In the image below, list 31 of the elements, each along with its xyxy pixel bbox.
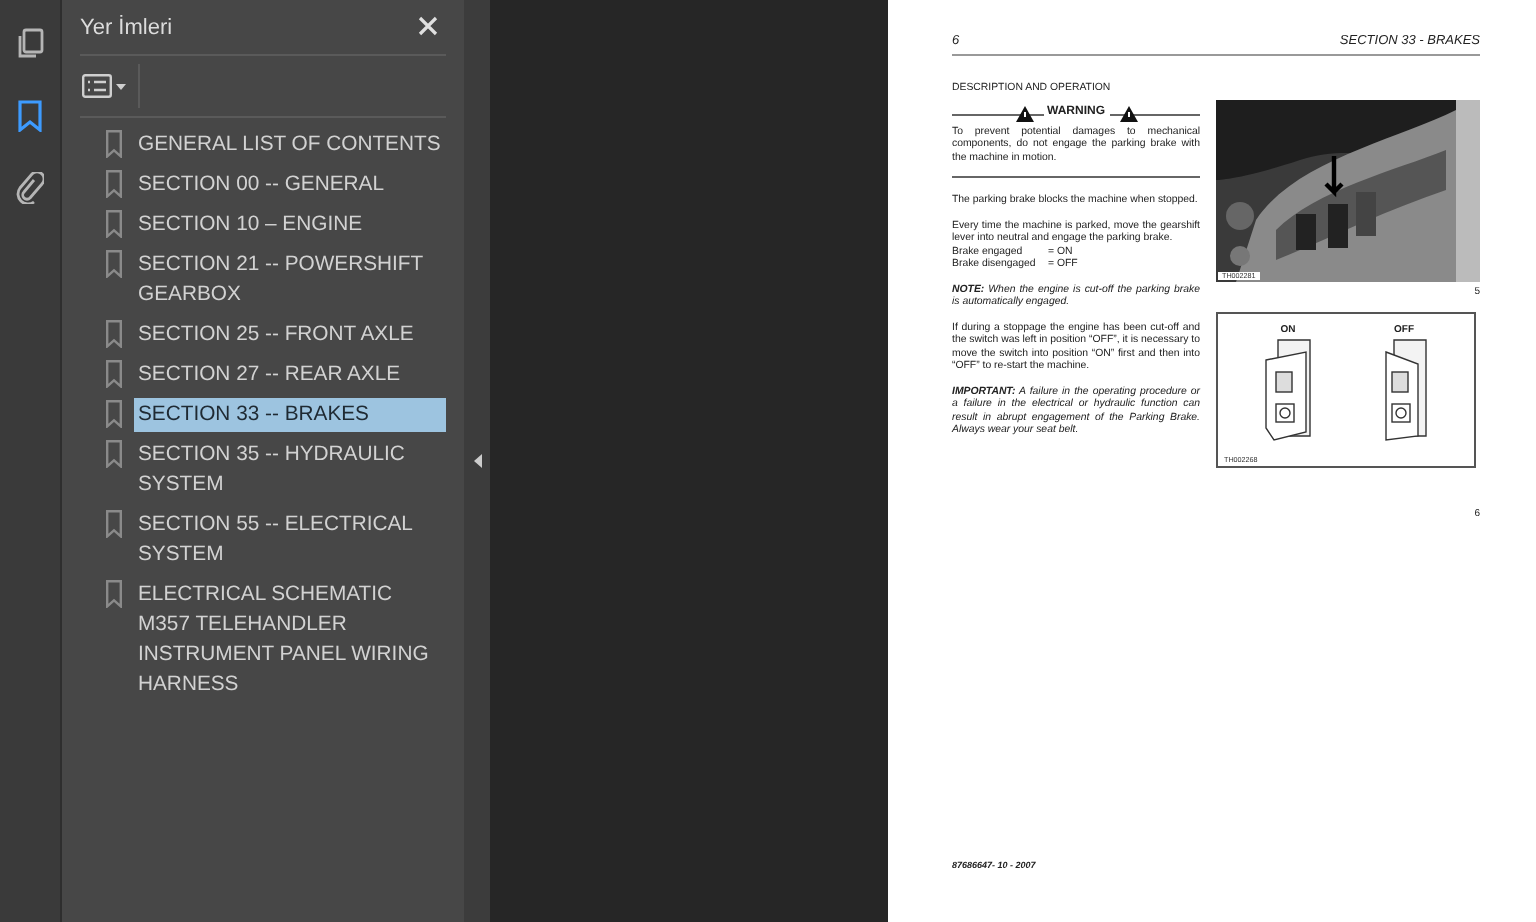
pages-icon	[16, 28, 44, 60]
list-icon	[82, 74, 112, 98]
bookmark-item[interactable]: SECTION 27 -- REAR AXLE	[134, 358, 446, 392]
bookmark-icon	[106, 360, 122, 388]
paperclip-icon	[16, 172, 44, 204]
bookmark-icon	[106, 250, 122, 278]
bookmark-item[interactable]: SECTION 33 -- BRAKES	[134, 398, 446, 432]
bookmark-item[interactable]: SECTION 25 -- FRONT AXLE	[134, 318, 446, 352]
bookmark-icon	[106, 400, 122, 428]
panel-title: Yer İmleri	[80, 15, 173, 39]
bookmark-icon	[106, 510, 122, 538]
bookmark-item[interactable]: SECTION 35 -- HYDRAULIC SYSTEM	[134, 438, 446, 502]
caret-icon	[116, 83, 126, 89]
bookmark-item[interactable]: SECTION 10 – ENGINE	[134, 208, 446, 242]
options-button[interactable]	[80, 64, 140, 108]
collapse-arrow-icon	[473, 454, 481, 468]
bookmark-icon	[106, 170, 122, 198]
bookmark-icon	[106, 130, 122, 158]
bookmark-icon	[106, 320, 122, 348]
warning-icon	[1119, 105, 1137, 121]
bookmark-icon	[18, 100, 42, 132]
warning-icon	[1015, 105, 1033, 121]
bookmark-icon	[106, 580, 122, 608]
bookmark-icon	[106, 210, 122, 238]
bookmark-item[interactable]: SECTION 21 -- POWERSHIFT GEARBOX	[134, 248, 446, 312]
close-icon	[418, 15, 438, 35]
bookmark-item[interactable]: GENERAL LIST OF CONTENTS	[134, 128, 446, 162]
bookmark-item[interactable]: ELECTRICAL SCHEMATIC M357 TELEHANDLER INSTRUMENT PANEL WIRING HARNESS	[134, 578, 446, 702]
bookmark-icon	[106, 440, 122, 468]
bookmark-item[interactable]: SECTION 00 -- GENERAL	[134, 168, 446, 202]
bookmark-item[interactable]: SECTION 55 -- ELECTRICAL SYSTEM	[134, 508, 446, 572]
